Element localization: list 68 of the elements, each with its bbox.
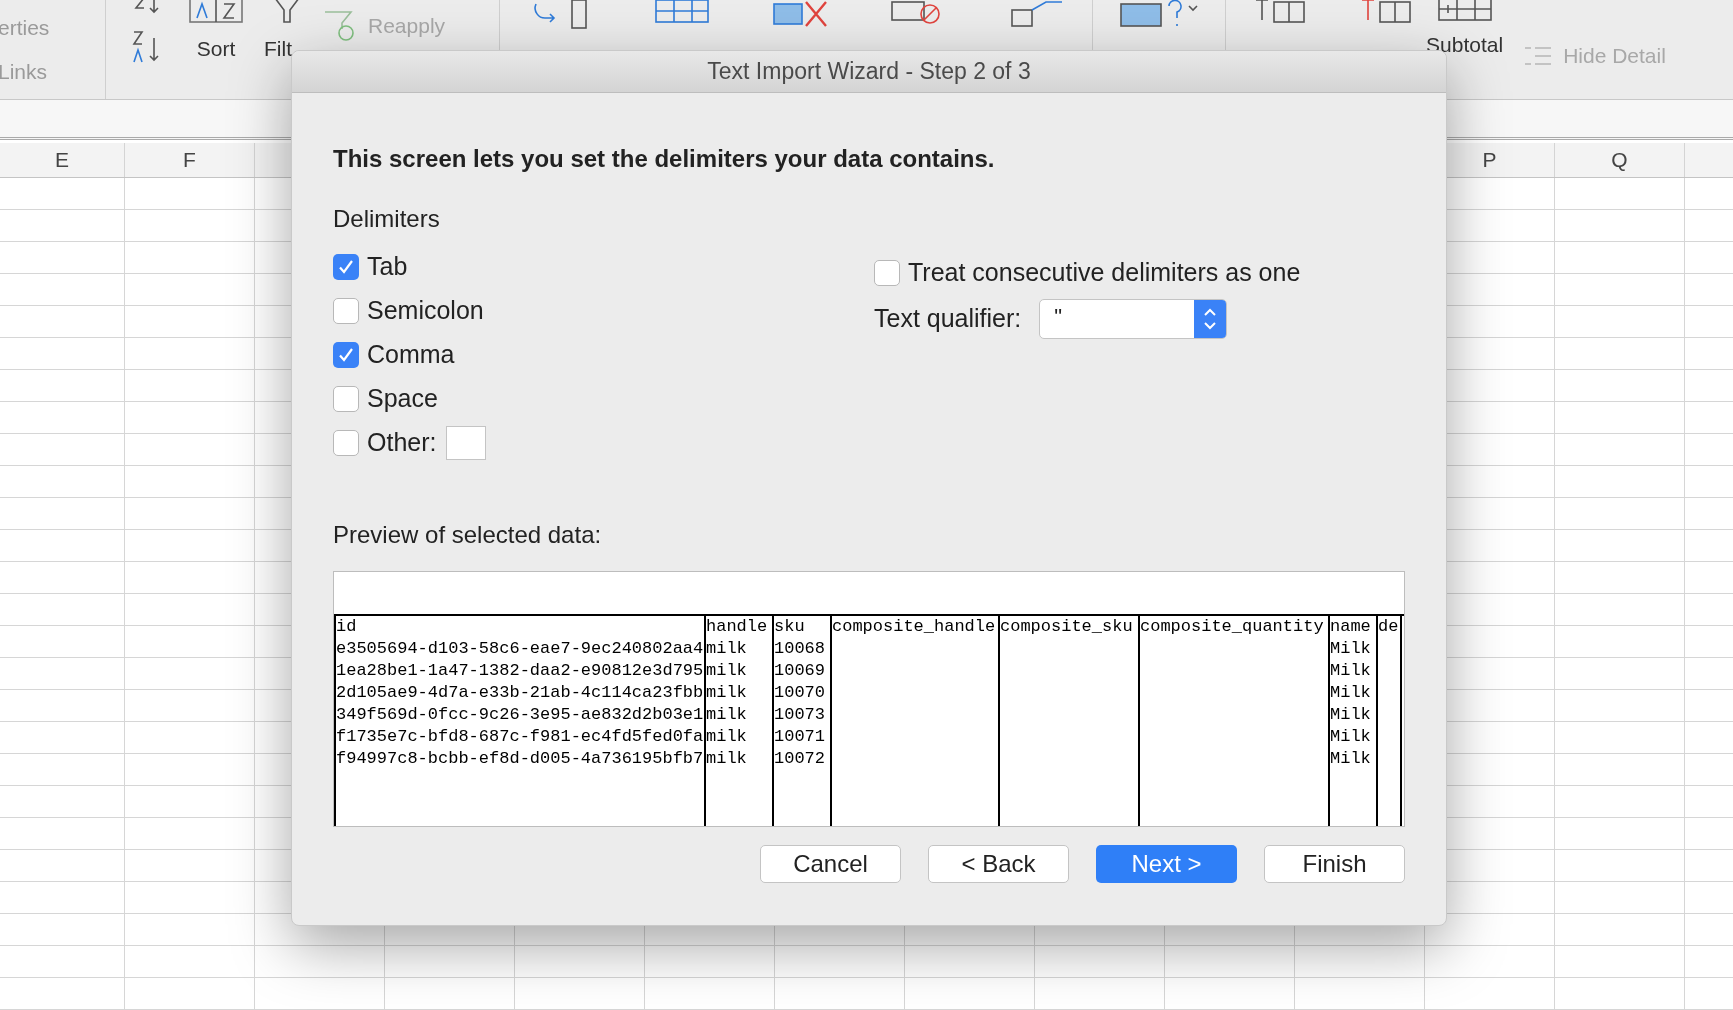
checkbox-label[interactable]: Tab [367, 248, 408, 286]
sort-az-icon[interactable] [130, 30, 162, 64]
dialog-button[interactable]: Finish [1264, 845, 1405, 883]
column-header: id [336, 616, 357, 638]
table-cell: 10068 [774, 638, 825, 660]
checkbox[interactable] [874, 260, 900, 286]
window-title: Text Import Wizard - Step 2 of 3 [707, 57, 1031, 87]
field-label: Text qualifier: [874, 303, 1022, 335]
table-cell: Milk [1330, 682, 1371, 704]
column-header: sku [774, 616, 805, 638]
checkbox[interactable] [333, 430, 359, 456]
dialog-button[interactable]: Cancel [760, 845, 901, 883]
checkmark-icon [337, 346, 355, 364]
section-label: Preview of selected data: [333, 520, 603, 550]
dialog-button[interactable]: < Back [928, 845, 1069, 883]
checkbox-label[interactable]: Other: [367, 424, 437, 462]
table-cell: e3505694-d103-58c6-eae7-9ec240802aa4 [336, 638, 704, 660]
table-cell: Milk [1330, 660, 1371, 682]
column-header[interactable]: Q [1611, 144, 1628, 176]
checkbox-label[interactable]: Space [367, 380, 438, 418]
column-header: name [1330, 616, 1371, 638]
subtotal-button[interactable]: Subtotal [1426, 34, 1504, 55]
table-cell: f1735e7c-bfd8-687c-f981-ec4fd5fed0fa [336, 726, 704, 748]
checkbox-label[interactable]: Semicolon [367, 292, 484, 330]
table-cell: 10070 [774, 682, 825, 704]
checkbox[interactable] [333, 342, 359, 368]
filter-button[interactable]: Filt [264, 38, 292, 59]
table-cell: milk [706, 748, 747, 770]
instruction-text: This screen lets you set the delimiters your data contains. [333, 144, 996, 174]
column-header[interactable]: F [183, 144, 196, 176]
table-cell: milk [706, 660, 747, 682]
column-header: de [1378, 616, 1399, 638]
column-header: composite_quantity [1140, 616, 1324, 638]
dialog-button[interactable]: Next > [1096, 845, 1237, 883]
table-cell: milk [706, 682, 747, 704]
table-cell: Milk [1330, 704, 1371, 726]
table-cell: 2d105ae9-4d7a-e33b-21ab-4c114ca23fbb [336, 682, 704, 704]
sort-button[interactable]: Sort [196, 38, 236, 59]
column-header: composite_handle [832, 616, 996, 638]
other-delimiter-field[interactable] [446, 426, 487, 460]
text-qualifier-select[interactable]: " [1039, 299, 1228, 339]
table-cell: milk [706, 704, 747, 726]
table-cell: 10073 [774, 704, 825, 726]
table-cell: milk [706, 638, 747, 660]
table-cell: milk [706, 726, 747, 748]
checkbox-label[interactable]: Treat consecutive delimiters as one [908, 254, 1301, 292]
checkbox[interactable] [333, 254, 359, 280]
column-header: handle [706, 616, 768, 638]
column-header: composite_sku [1000, 616, 1133, 638]
table-cell: Milk [1330, 726, 1371, 748]
checkbox-label[interactable]: Comma [367, 336, 455, 374]
table-cell: Milk [1330, 638, 1371, 660]
table-cell: f94997c8-bcbb-ef8d-d005-4a736195bfb7 [336, 748, 704, 770]
checkbox[interactable] [333, 298, 359, 324]
table-cell: Milk [1330, 748, 1371, 770]
table-cell: 10071 [774, 726, 825, 748]
column-header[interactable]: P [1482, 144, 1497, 176]
table-cell: 349f569d-0fcc-9c26-3e95-ae832d2b03e1 [336, 704, 704, 726]
ribbon-label: Links [0, 58, 49, 85]
table-cell: 10072 [774, 748, 825, 770]
checkbox[interactable] [333, 386, 359, 412]
checkmark-icon [337, 258, 355, 276]
sort-icon[interactable] [188, 0, 244, 24]
table-cell: 1ea28be1-1a47-1382-daa2-e90812e3d795 [336, 660, 704, 682]
section-label: Delimiters [333, 204, 441, 234]
column-header[interactable]: E [55, 144, 69, 176]
stepper-icon [1202, 306, 1219, 332]
table-cell: 10069 [774, 660, 825, 682]
